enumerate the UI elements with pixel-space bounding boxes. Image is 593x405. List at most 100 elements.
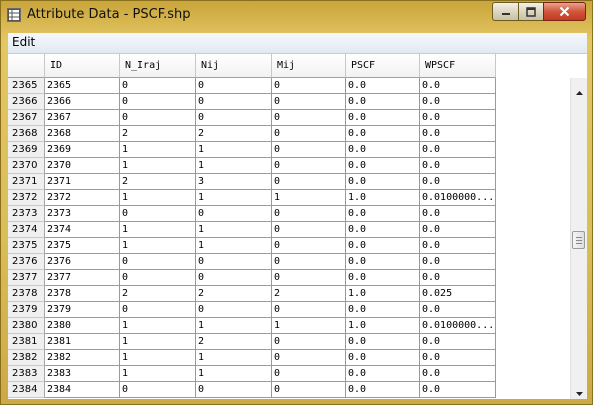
cell-wpscf[interactable]: 0.0	[420, 238, 496, 254]
cell-id[interactable]: 2371	[45, 174, 120, 190]
menu-edit[interactable]: Edit	[10, 35, 37, 49]
header-corner[interactable]	[8, 54, 45, 78]
cell-nij[interactable]: 1	[196, 158, 272, 174]
cell-nij[interactable]: 1	[196, 142, 272, 158]
cell-id[interactable]: 2376	[45, 254, 120, 270]
table-row[interactable]: 2367 2367 0 0 0 0.0 0.0	[8, 110, 498, 126]
cell-wpscf[interactable]: 0.0	[420, 382, 496, 398]
cell-mij[interactable]: 0	[272, 126, 346, 142]
cell-mij[interactable]: 0	[272, 110, 346, 126]
table-row[interactable]: 2373 2373 0 0 0 0.0 0.0	[8, 206, 498, 222]
cell-mij[interactable]: 0	[272, 222, 346, 238]
cell-id[interactable]: 2375	[45, 238, 120, 254]
cell-nij[interactable]: 2	[196, 126, 272, 142]
cell-n-iraj[interactable]: 1	[120, 142, 196, 158]
cell-n-iraj[interactable]: 1	[120, 238, 196, 254]
close-button[interactable]	[543, 2, 586, 21]
cell-mij[interactable]: 0	[272, 174, 346, 190]
cell-n-iraj[interactable]: 0	[120, 78, 196, 94]
table-row[interactable]: 2383 2383 1 1 0 0.0 0.0	[8, 366, 498, 382]
cell-id[interactable]: 2369	[45, 142, 120, 158]
cell-pscf[interactable]: 0.0	[346, 238, 420, 254]
cell-id[interactable]: 2384	[45, 382, 120, 398]
cell-wpscf[interactable]: 0.0	[420, 334, 496, 350]
cell-id[interactable]: 2368	[45, 126, 120, 142]
table-row[interactable]: 2374 2374 1 1 0 0.0 0.0	[8, 222, 498, 238]
cell-pscf[interactable]: 0.0	[346, 174, 420, 190]
cell-id[interactable]: 2379	[45, 302, 120, 318]
cell-wpscf[interactable]: 0.0	[420, 142, 496, 158]
cell-mij[interactable]: 2	[272, 286, 346, 302]
scroll-down-button[interactable]	[571, 382, 587, 399]
cell-mij[interactable]: 0	[272, 206, 346, 222]
cell-nij[interactable]: 0	[196, 254, 272, 270]
cell-n-iraj[interactable]: 1	[120, 350, 196, 366]
cell-nij[interactable]: 1	[196, 350, 272, 366]
cell-nij[interactable]: 1	[196, 238, 272, 254]
row-number[interactable]: 2366	[8, 94, 45, 110]
cell-id[interactable]: 2373	[45, 206, 120, 222]
row-number[interactable]: 2377	[8, 270, 45, 286]
cell-mij[interactable]: 0	[272, 78, 346, 94]
minimize-button[interactable]	[492, 2, 518, 21]
cell-n-iraj[interactable]: 1	[120, 366, 196, 382]
cell-nij[interactable]: 2	[196, 286, 272, 302]
cell-pscf[interactable]: 0.0	[346, 126, 420, 142]
cell-n-iraj[interactable]: 2	[120, 174, 196, 190]
scroll-up-button[interactable]	[571, 81, 587, 98]
cell-pscf[interactable]: 0.0	[346, 302, 420, 318]
cell-nij[interactable]: 0	[196, 78, 272, 94]
cell-id[interactable]: 2382	[45, 350, 120, 366]
table-row[interactable]: 2375 2375 1 1 0 0.0 0.0	[8, 238, 498, 254]
table-row[interactable]: 2382 2382 1 1 0 0.0 0.0	[8, 350, 498, 366]
cell-id[interactable]: 2365	[45, 78, 120, 94]
cell-id[interactable]: 2377	[45, 270, 120, 286]
cell-id[interactable]: 2366	[45, 94, 120, 110]
cell-id[interactable]: 2380	[45, 318, 120, 334]
column-header-nij[interactable]: Nij	[196, 54, 272, 78]
table-row[interactable]: 2376 2376 0 0 0 0.0 0.0	[8, 254, 498, 270]
row-number[interactable]: 2369	[8, 142, 45, 158]
cell-mij[interactable]: 1	[272, 318, 346, 334]
cell-wpscf[interactable]: 0.0	[420, 366, 496, 382]
cell-mij[interactable]: 0	[272, 238, 346, 254]
cell-id[interactable]: 2381	[45, 334, 120, 350]
column-header-wpscf[interactable]: WPSCF	[420, 54, 496, 78]
cell-nij[interactable]: 3	[196, 174, 272, 190]
cell-pscf[interactable]: 1.0	[346, 318, 420, 334]
cell-mij[interactable]: 0	[272, 270, 346, 286]
cell-pscf[interactable]: 1.0	[346, 286, 420, 302]
cell-pscf[interactable]: 0.0	[346, 254, 420, 270]
cell-nij[interactable]: 0	[196, 94, 272, 110]
cell-pscf[interactable]: 0.0	[346, 334, 420, 350]
cell-mij[interactable]: 0	[272, 158, 346, 174]
cell-id[interactable]: 2370	[45, 158, 120, 174]
table-row[interactable]: 2371 2371 2 3 0 0.0 0.0	[8, 174, 498, 190]
cell-mij[interactable]: 0	[272, 94, 346, 110]
row-number[interactable]: 2378	[8, 286, 45, 302]
cell-n-iraj[interactable]: 2	[120, 286, 196, 302]
row-number[interactable]: 2381	[8, 334, 45, 350]
cell-id[interactable]: 2378	[45, 286, 120, 302]
table-row[interactable]: 2378 2378 2 2 2 1.0 0.025	[8, 286, 498, 302]
cell-nij[interactable]: 0	[196, 206, 272, 222]
row-number[interactable]: 2375	[8, 238, 45, 254]
table-row[interactable]: 2366 2366 0 0 0 0.0 0.0	[8, 94, 498, 110]
cell-n-iraj[interactable]: 0	[120, 110, 196, 126]
cell-id[interactable]: 2372	[45, 190, 120, 206]
cell-pscf[interactable]: 0.0	[346, 110, 420, 126]
row-number[interactable]: 2376	[8, 254, 45, 270]
cell-nij[interactable]: 0	[196, 110, 272, 126]
table-row[interactable]: 2379 2379 0 0 0 0.0 0.0	[8, 302, 498, 318]
cell-pscf[interactable]: 1.0	[346, 190, 420, 206]
cell-mij[interactable]: 0	[272, 382, 346, 398]
cell-wpscf[interactable]: 0.0	[420, 94, 496, 110]
scroll-thumb[interactable]	[572, 231, 585, 249]
row-number[interactable]: 2372	[8, 190, 45, 206]
cell-wpscf[interactable]: 0.0	[420, 78, 496, 94]
row-number[interactable]: 2367	[8, 110, 45, 126]
row-number[interactable]: 2383	[8, 366, 45, 382]
cell-wpscf[interactable]: 0.0	[420, 206, 496, 222]
cell-wpscf[interactable]: 0.0	[420, 254, 496, 270]
cell-id[interactable]: 2367	[45, 110, 120, 126]
